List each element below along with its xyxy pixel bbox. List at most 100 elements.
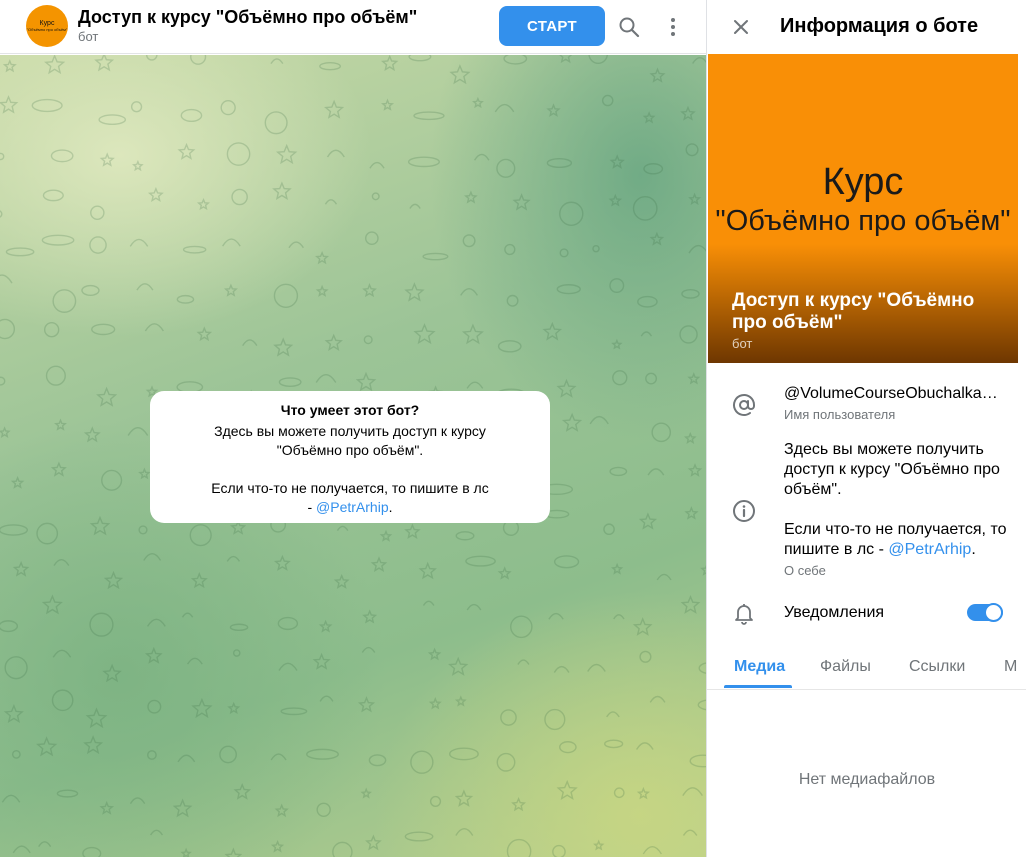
doodle-shape — [643, 163, 664, 175]
media-tabs: Медиа Файлы Ссылки М — [707, 646, 1026, 690]
doodle-shape — [31, 98, 63, 113]
chat-title[interactable]: Доступ к курсу "Объёмно про объём" — [78, 7, 417, 28]
avatar-text-line2: "Объёмно про объём" — [26, 27, 68, 32]
doodle-shape — [473, 153, 490, 161]
doodle-shape — [89, 515, 111, 536]
doodle-shape — [461, 323, 484, 345]
doodle-shape — [642, 846, 662, 855]
close-icon[interactable] — [725, 11, 757, 43]
doodle-shape — [43, 322, 60, 338]
doodle-shape — [2, 59, 17, 73]
username[interactable]: @VolumeCourseObuchalka_… — [784, 385, 999, 403]
about-petrarhip-link[interactable]: @PetrArhip — [888, 541, 971, 558]
doodle-shape — [41, 234, 75, 246]
doodle-shape — [601, 94, 614, 107]
doodle-shape — [275, 143, 298, 165]
doodle-shape — [99, 152, 115, 167]
card-line: "Объёмно про объём". — [276, 442, 424, 458]
doodle-shape — [546, 157, 573, 169]
doodle-shape — [689, 754, 706, 768]
doodle-shape — [684, 432, 697, 445]
start-button[interactable]: СТАРТ — [499, 6, 605, 46]
doodle-shape — [324, 199, 338, 205]
doodle-shape — [0, 620, 19, 633]
doodle-shape — [99, 800, 115, 815]
doodle-shape — [89, 236, 107, 254]
doodle-shape — [404, 282, 425, 302]
doodle-shape — [3, 704, 24, 723]
doodle-shape — [224, 847, 243, 857]
doodle-shape — [592, 244, 600, 253]
chat-status: бот — [78, 29, 99, 44]
doodle-shape — [315, 250, 330, 265]
tab-links[interactable]: Ссылки — [909, 658, 965, 676]
doodle-shape — [220, 99, 236, 116]
more-vertical-icon[interactable] — [657, 11, 689, 43]
chat-header[interactable]: Курс "Объёмно про объём" Доступ к курсу … — [0, 0, 706, 54]
doodle-shape — [635, 742, 654, 750]
empty-media-text: Нет медиафайлов — [798, 771, 936, 788]
tab-media[interactable]: Медиа — [734, 658, 785, 676]
doodle-shape — [52, 649, 72, 658]
chat-area: Курс "Объёмно про объём" Доступ к курсу … — [0, 0, 706, 857]
petrarhip-link[interactable]: @PetrArhip — [316, 499, 389, 515]
doodle-shape — [680, 105, 696, 121]
doodle-shape — [608, 193, 623, 207]
doodle-shape — [494, 103, 515, 113]
doodle-shape — [632, 617, 653, 636]
doodle-shape — [51, 689, 74, 712]
profile-photo[interactable]: Курс "Объёмно про объём" Доступ к курсу … — [708, 54, 1018, 363]
doodle-shape — [640, 331, 653, 337]
doodle-shape — [611, 338, 623, 350]
doodle-shape — [698, 662, 706, 674]
doodle-shape — [233, 782, 252, 800]
doodle-shape — [242, 339, 258, 346]
bot-avatar[interactable]: Курс "Объёмно про объём" — [26, 5, 68, 47]
doodle-shape — [611, 562, 624, 575]
doodle-shape — [172, 798, 193, 818]
doodle-shape — [462, 234, 476, 248]
doodle-shape — [692, 57, 706, 64]
doodle-shape — [697, 699, 706, 711]
doodle-shape — [609, 278, 625, 294]
profile-status: бот — [732, 336, 753, 351]
doodle-shape — [448, 656, 469, 676]
doodle-shape — [556, 779, 578, 800]
doodle-shape — [642, 111, 656, 124]
photo-text-line1: Курс — [822, 161, 904, 203]
doodle-shape — [226, 142, 251, 166]
tab-files[interactable]: Файлы — [820, 658, 871, 676]
tab-more[interactable]: М — [1004, 658, 1017, 676]
doodle-shape — [129, 238, 149, 247]
notifications-toggle[interactable] — [967, 603, 1003, 622]
doodle-shape — [101, 469, 123, 491]
doodle-shape — [363, 335, 373, 345]
doodle-shape — [150, 829, 164, 836]
doodle-shape — [381, 98, 394, 111]
profile-name: Доступ к курсу "Объёмно про объём" — [732, 290, 975, 333]
doodle-shape — [556, 378, 577, 398]
doodle-shape — [361, 646, 376, 653]
doodle-shape — [333, 573, 350, 589]
doodle-shape — [138, 525, 148, 535]
doodle-shape — [504, 243, 516, 256]
search-icon[interactable] — [613, 11, 645, 43]
doodle-shape — [332, 841, 353, 857]
doodle-shape — [319, 695, 334, 702]
doodle-shape — [449, 64, 471, 85]
doodle-shape — [561, 412, 583, 432]
doodle-shape — [512, 193, 531, 211]
doodle-shape — [638, 512, 658, 530]
doodle-shape — [186, 657, 203, 665]
doodle-shape — [272, 181, 292, 200]
doodle-shape — [0, 210, 3, 218]
doodle-shape — [102, 663, 122, 683]
doodle-shape — [5, 247, 35, 257]
doodle-shape — [50, 149, 74, 163]
doodle-shape — [12, 561, 30, 577]
about-line: Здесь вы можете получить доступ к курсу … — [784, 441, 1000, 498]
doodle-shape — [682, 829, 698, 836]
doodle-shape — [190, 55, 207, 65]
doodle-shape — [637, 295, 658, 308]
doodle-shape — [0, 318, 16, 340]
